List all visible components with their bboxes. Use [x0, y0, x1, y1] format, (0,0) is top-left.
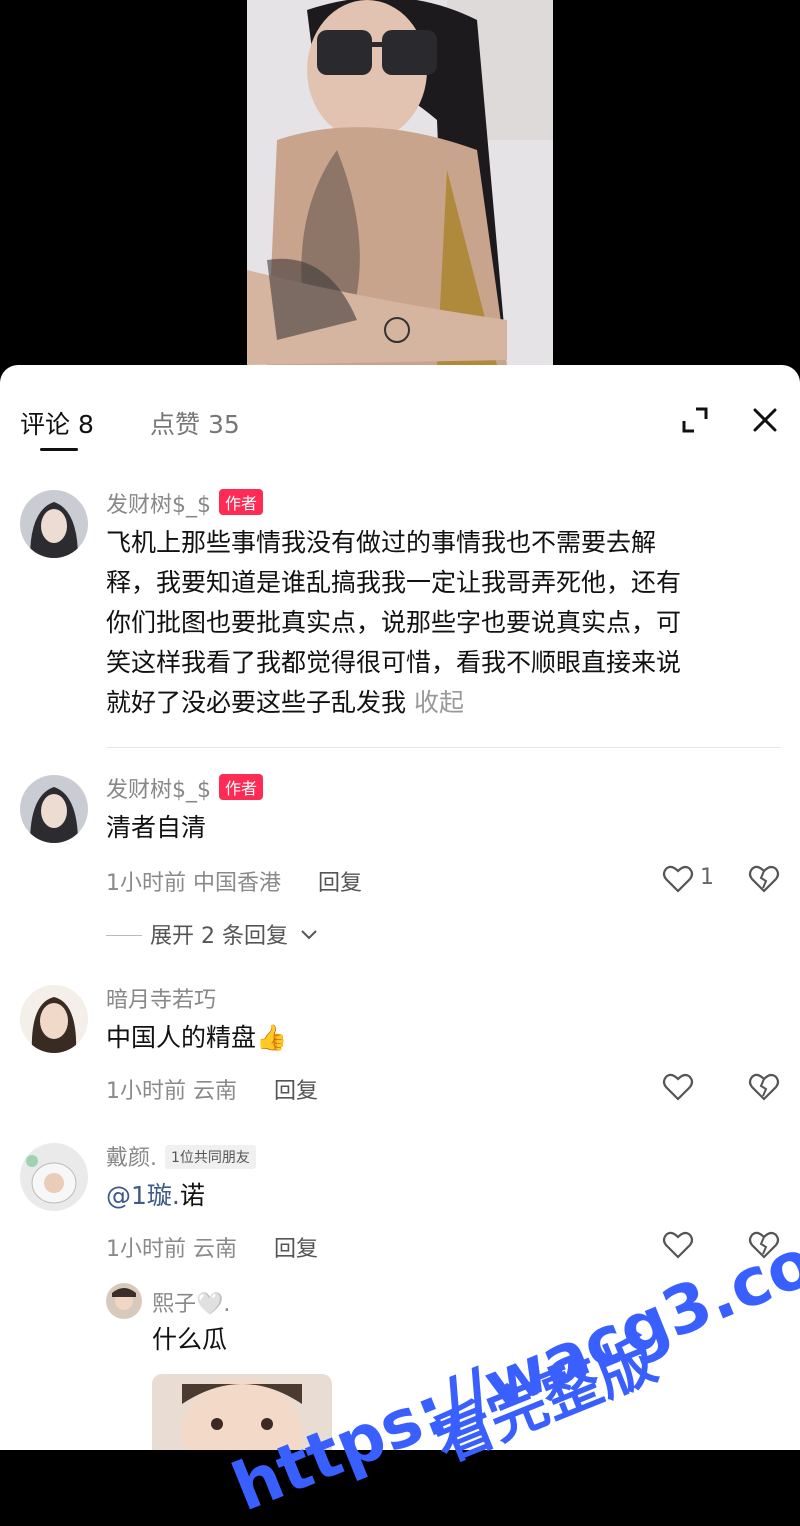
comment-location: 云南 — [193, 1079, 238, 1104]
close-icon[interactable] — [750, 405, 780, 435]
comment-item: 发财树$_$ 作者 清者自清 1小时前 中国香港 回复 1 展开 2 条回复 — [0, 770, 800, 960]
comment-location: 中国香港 — [193, 871, 282, 896]
video-figure-image — [247, 0, 553, 365]
divider — [106, 747, 780, 748]
comment-text: @1璇.诺 — [106, 1176, 205, 1216]
heart-outline-icon[interactable] — [662, 1230, 694, 1260]
expand-replies-label: 展开 2 条回复 — [150, 924, 288, 949]
comment-text: 中国人的精盘👍 — [106, 1023, 288, 1052]
tab-likes-label: 点赞 — [150, 410, 201, 439]
heart-outline-icon[interactable] — [662, 864, 694, 894]
username-text: 发财树$_$ — [106, 778, 211, 803]
comment-text: 清者自清 — [106, 813, 207, 842]
broken-heart-icon[interactable] — [748, 1072, 780, 1102]
author-badge: 作者 — [219, 489, 264, 515]
comment-username[interactable]: 发财树$_$ 作者 — [106, 487, 264, 519]
comment-location: 云南 — [193, 1237, 238, 1262]
username-text: 戴颜. — [106, 1146, 157, 1171]
comment-meta: 1小时前 云南 回复 — [106, 1231, 318, 1263]
tab-comments-label: 评论 — [20, 410, 71, 439]
tab-likes[interactable]: 点赞 35 — [150, 405, 240, 441]
reply-button[interactable]: 回复 — [274, 1237, 318, 1262]
comment-text-body: 诺 — [179, 1181, 205, 1210]
sub-reply-text: 什么瓜 — [152, 1325, 228, 1354]
comment-meta: 1小时前 中国香港 回复 — [106, 865, 362, 897]
reply-button[interactable]: 回复 — [318, 871, 362, 896]
heart-outline-icon[interactable] — [662, 1072, 694, 1102]
comment-username[interactable]: 暗月寺若巧 — [106, 982, 216, 1014]
username-text: 发财树$_$ — [106, 493, 211, 518]
sub-reply-avatar[interactable] — [106, 1283, 142, 1319]
mention-link[interactable]: @1璇. — [106, 1181, 180, 1210]
comment-time: 1小时前 — [106, 871, 186, 896]
comment-username[interactable]: 发财树$_$ 作者 — [106, 772, 264, 804]
video-frame — [247, 0, 553, 365]
comment-text: 飞机上那些事情我没有做过的事情我也不需要去解 释，我要知道是谁乱搞我我一定让我哥… — [106, 523, 681, 723]
comment-item: 暗月寺若巧 中国人的精盘👍 1小时前 云南 回复 — [0, 980, 800, 1120]
tab-bar: 评论 8 点赞 35 — [0, 365, 800, 455]
comment-time: 1小时前 — [106, 1237, 186, 1262]
mutual-friends-badge: 1位共同朋友 — [165, 1145, 256, 1169]
avatar[interactable] — [20, 1143, 88, 1211]
tab-likes-count: 35 — [207, 410, 240, 439]
comment-text-line: 笑这样我看了我都觉得很可惜，看我不顺眼直接来说 — [106, 648, 682, 677]
tab-active-underline — [40, 448, 78, 451]
comment-text-line: 你们批图也要批真实点，说那些字也要说真实点，可 — [106, 608, 682, 637]
comment-text-line: 飞机上那些事情我没有做过的事情我也不需要去解 — [106, 528, 657, 557]
chevron-down-icon — [301, 930, 317, 940]
broken-heart-icon[interactable] — [748, 864, 780, 894]
comment-meta: 1小时前 云南 回复 — [106, 1073, 318, 1105]
author-badge: 作者 — [219, 774, 264, 800]
comment-username[interactable]: 戴颜. 1位共同朋友 — [106, 1140, 256, 1172]
avatar[interactable] — [20, 490, 88, 558]
collapse-link[interactable]: 收起 — [414, 688, 464, 717]
comment-text-line: 就好了没必要这些子乱发我 收起 — [106, 683, 681, 723]
expand-replies-button[interactable]: 展开 2 条回复 — [106, 918, 319, 950]
tab-comments-count: 8 — [77, 410, 94, 439]
sub-reply-username[interactable]: 熙子🤍. — [152, 1286, 230, 1318]
comment-text-last: 就好了没必要这些子乱发我 — [106, 688, 407, 717]
tab-comments[interactable]: 评论 8 — [20, 405, 94, 441]
video-player[interactable] — [0, 0, 800, 370]
comment-item: 发财树$_$ 作者 飞机上那些事情我没有做过的事情我也不需要去解 释，我要知道是谁… — [0, 485, 800, 755]
avatar[interactable] — [20, 775, 88, 843]
comment-text-line: 释，我要知道是谁乱搞我我一定让我哥弄死他，还有 — [106, 568, 682, 597]
comment-time: 1小时前 — [106, 1079, 186, 1104]
like-count: 1 — [700, 865, 714, 890]
avatar[interactable] — [20, 985, 88, 1053]
reply-button[interactable]: 回复 — [274, 1079, 318, 1104]
expand-icon[interactable] — [680, 405, 710, 435]
expand-line — [106, 935, 142, 936]
